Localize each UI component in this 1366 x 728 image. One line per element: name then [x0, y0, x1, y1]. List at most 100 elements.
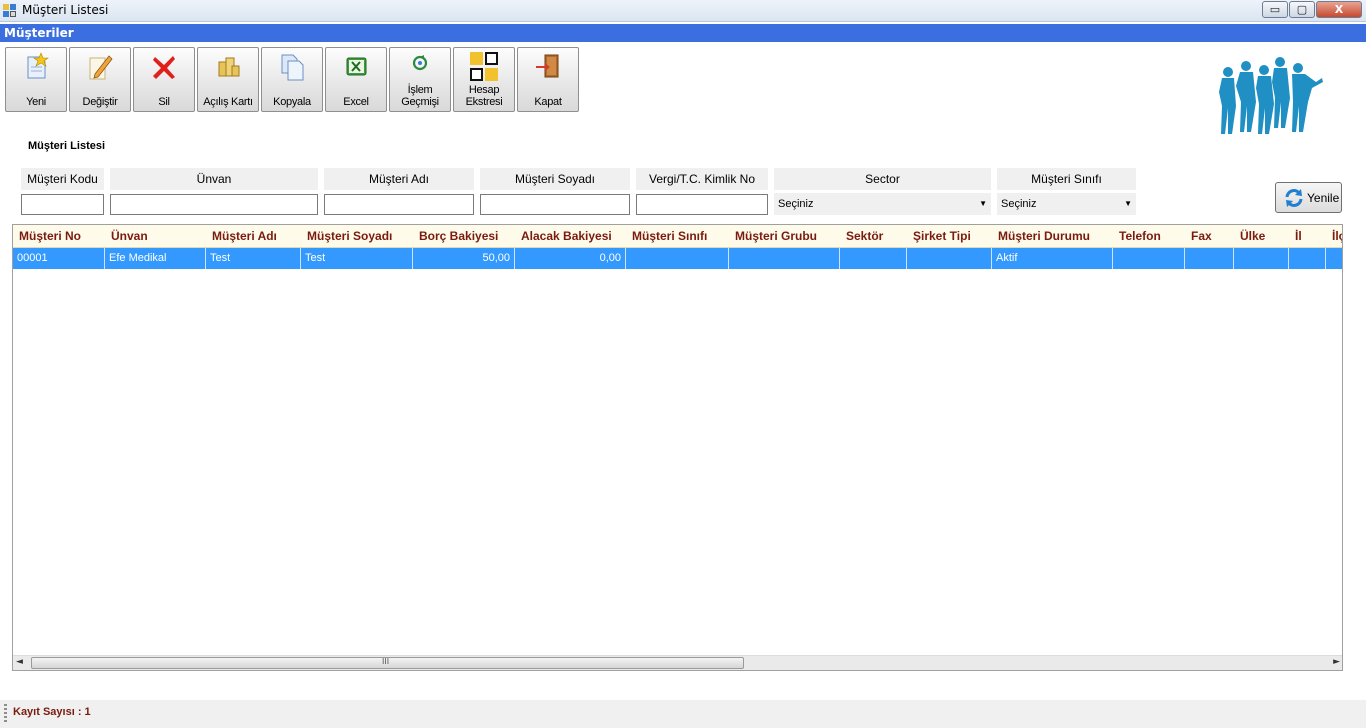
minimize-button[interactable]: ▭ — [1262, 1, 1288, 18]
column-header[interactable]: Telefon — [1113, 225, 1185, 248]
table-cell[interactable]: 0,00 — [515, 248, 626, 269]
table-cell[interactable] — [1289, 248, 1326, 269]
kapat-label: Kapat — [534, 96, 562, 108]
excel-button[interactable]: Excel — [325, 47, 387, 112]
new-document-star-icon — [27, 52, 49, 79]
column-header[interactable]: Ülke — [1234, 225, 1289, 248]
column-header[interactable]: Ünvan — [105, 225, 206, 248]
column-header[interactable]: İlç — [1326, 225, 1342, 248]
column-header[interactable]: Müşteri Grubu — [729, 225, 840, 248]
table-cell[interactable]: 00001 — [13, 248, 105, 269]
copy-icon — [281, 54, 304, 81]
column-header[interactable]: Şirket Tipi — [907, 225, 992, 248]
status-grip — [4, 704, 7, 724]
chevron-down-icon: ▼ — [979, 199, 987, 208]
table-cell[interactable] — [840, 248, 907, 269]
chevron-down-icon: ▼ — [1124, 199, 1132, 208]
unvan-input[interactable] — [110, 194, 318, 215]
acilis-karti-button[interactable]: Açılış Kartı — [197, 47, 259, 112]
yeni-label: Yeni — [26, 96, 46, 108]
maximize-button[interactable]: ▢ — [1289, 1, 1315, 18]
yeni-button[interactable]: Yeni — [5, 47, 67, 112]
table-cell[interactable] — [1326, 248, 1342, 269]
record-count: Kayıt Sayısı : 1 — [13, 706, 91, 718]
sector-select[interactable]: Seçiniz ▼ — [774, 193, 991, 215]
musteri-adi-input[interactable] — [324, 194, 474, 215]
app-icon — [3, 4, 17, 18]
column-header[interactable]: Sektör — [840, 225, 907, 248]
table-cell[interactable] — [1185, 248, 1234, 269]
refresh-icon — [1285, 189, 1303, 207]
window-titlebar: Müşteri Listesi ▭ ▢ X — [0, 0, 1366, 22]
customer-grid[interactable]: Müşteri No Ünvan Müşteri Adı Müşteri Soyadı… — [12, 224, 1343, 671]
column-header[interactable]: Müşteri No — [13, 225, 105, 248]
column-header[interactable]: Fax — [1185, 225, 1234, 248]
column-header[interactable]: Müşteri Durumu — [992, 225, 1113, 248]
hesap-ekstresi-button[interactable]: Hesap Ekstresi — [453, 47, 515, 112]
history-icon — [412, 55, 428, 71]
close-button[interactable]: X — [1316, 1, 1362, 18]
people-logo — [1219, 57, 1323, 134]
vergi-no-input[interactable] — [636, 194, 768, 215]
table-cell[interactable]: Test — [301, 248, 413, 269]
musteri-soyadi-label: Müşteri Soyadı — [480, 168, 630, 190]
hesap-ekstresi-label: Hesap Ekstresi — [465, 84, 503, 108]
musteri-soyadi-input[interactable] — [480, 194, 630, 215]
squares-icon — [470, 52, 498, 81]
musteri-sinifi-select[interactable]: Seçiniz ▼ — [997, 193, 1136, 215]
horizontal-scrollbar[interactable]: ◄ III ► — [13, 655, 1342, 670]
musteri-kodu-input[interactable] — [21, 194, 104, 215]
scroll-right-arrow-icon[interactable]: ► — [1333, 657, 1340, 667]
table-cell[interactable]: Aktif — [992, 248, 1113, 269]
sil-button[interactable]: Sil — [133, 47, 195, 112]
scrollbar-thumb[interactable]: III — [31, 657, 744, 669]
unvan-label: Ünvan — [110, 168, 318, 190]
sil-label: Sil — [158, 96, 170, 108]
column-header[interactable]: Müşteri Sınıfı — [626, 225, 729, 248]
islem-gecmisi-label: İşlem Geçmişi — [401, 84, 439, 108]
kopyala-button[interactable]: Kopyala — [261, 47, 323, 112]
scrollbar-grip: III — [382, 657, 390, 666]
degistir-button[interactable]: Değiştir — [69, 47, 131, 112]
musteri-sinifi-selected-value: Seçiniz — [1001, 198, 1037, 210]
delete-x-icon — [153, 56, 175, 79]
musteri-sinifi-label: Müşteri Sınıfı — [997, 168, 1136, 190]
acilis-karti-label: Açılış Kartı — [203, 96, 253, 108]
kapat-button[interactable]: Kapat — [517, 47, 579, 112]
table-cell[interactable] — [907, 248, 992, 269]
status-bar: Kayıt Sayısı : 1 — [0, 700, 1366, 728]
column-header[interactable]: İl — [1289, 225, 1326, 248]
kopyala-label: Kopyala — [273, 96, 311, 108]
exit-door-icon — [536, 54, 559, 78]
column-header[interactable]: Alacak Bakiyesi — [515, 225, 626, 248]
table-cell[interactable] — [1234, 248, 1289, 269]
excel-icon — [346, 57, 367, 76]
column-header[interactable]: Borç Bakiyesi — [413, 225, 515, 248]
degistir-label: Değiştir — [82, 96, 118, 108]
column-header[interactable]: Müşteri Soyadı — [301, 225, 413, 248]
table-cell[interactable]: 50,00 — [413, 248, 515, 269]
table-cell[interactable]: Test — [206, 248, 301, 269]
form-header: Müşteriler — [0, 24, 1366, 42]
yenile-button[interactable]: Yenile — [1275, 182, 1342, 213]
table-cell[interactable] — [626, 248, 729, 269]
grid-header: Müşteri No Ünvan Müşteri Adı Müşteri Soyadı… — [13, 225, 1342, 248]
section-title: Müşteri Listesi — [28, 140, 106, 152]
islem-gecmisi-button[interactable]: İşlem Geçmişi — [389, 47, 451, 112]
window-title: Müşteri Listesi — [22, 3, 109, 17]
table-row[interactable]: 00001 Efe Medikal Test Test 50,00 0,00 Aktif — [13, 248, 1342, 269]
yenile-label: Yenile — [1307, 191, 1340, 205]
coins-icon — [218, 57, 240, 77]
edit-pencil-icon — [89, 55, 113, 80]
vergi-no-label: Vergi/T.C. Kimlik No — [636, 168, 768, 190]
table-cell[interactable] — [729, 248, 840, 269]
scroll-left-arrow-icon[interactable]: ◄ — [16, 657, 23, 667]
table-cell[interactable]: Efe Medikal — [105, 248, 206, 269]
musteri-kodu-label: Müşteri Kodu — [21, 168, 104, 190]
musteri-adi-label: Müşteri Adı — [324, 168, 474, 190]
column-header[interactable]: Müşteri Adı — [206, 225, 301, 248]
excel-label: Excel — [343, 96, 369, 108]
sector-label: Sector — [774, 168, 991, 190]
sector-selected-value: Seçiniz — [778, 198, 814, 210]
table-cell[interactable] — [1113, 248, 1185, 269]
